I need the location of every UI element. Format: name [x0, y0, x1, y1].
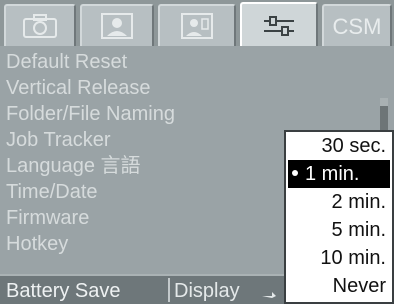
battery-save-options-popup: 30 sec. 1 min. 2 min. 5 min. 10 min. Nev…: [284, 130, 394, 304]
tab-settings[interactable]: [240, 2, 318, 48]
menu-item-language[interactable]: Language 言語: [6, 153, 141, 179]
selected-dot-icon: [292, 169, 298, 176]
display-label: Display: [174, 280, 240, 302]
camera-icon: [23, 14, 57, 38]
tab-camera[interactable]: [4, 4, 76, 46]
menu-item-hotkey[interactable]: Hotkey: [6, 231, 68, 257]
menu-item-vertical-release[interactable]: Vertical Release: [6, 75, 151, 101]
option-never[interactable]: Never: [288, 272, 390, 300]
divider: [168, 278, 170, 302]
tab-csm[interactable]: CSM: [322, 4, 392, 46]
arrow-right-icon: [262, 292, 276, 298]
option-1-min[interactable]: 1 min.: [288, 160, 390, 188]
menu-item-firmware[interactable]: Firmware: [6, 205, 89, 231]
menu-item-default-reset[interactable]: Default Reset: [6, 49, 127, 75]
option-2-min[interactable]: 2 min.: [288, 188, 390, 216]
tab-scene[interactable]: [158, 4, 236, 46]
portrait-icon: [101, 13, 133, 39]
menu-item-time-date[interactable]: Time/Date: [6, 179, 98, 205]
tab-csm-label: CSM: [332, 14, 382, 39]
option-1-min-label: 1 min.: [305, 163, 360, 185]
menu-item-job-tracker[interactable]: Job Tracker: [6, 127, 110, 153]
option-10-min[interactable]: 10 min.: [288, 244, 390, 272]
camera-settings-screen: CSM Default Reset Vertical Release Folde…: [0, 0, 394, 304]
scene-icon: [181, 13, 213, 39]
option-30-sec[interactable]: 30 sec.: [288, 132, 390, 160]
option-5-min[interactable]: 5 min.: [288, 216, 390, 244]
tab-bar: CSM: [0, 0, 394, 48]
tab-portrait[interactable]: [80, 4, 154, 46]
settings-icon: [264, 16, 294, 36]
menu-item-folder-file-naming[interactable]: Folder/File Naming: [6, 101, 175, 127]
battery-save-label: Battery Save: [6, 280, 121, 302]
